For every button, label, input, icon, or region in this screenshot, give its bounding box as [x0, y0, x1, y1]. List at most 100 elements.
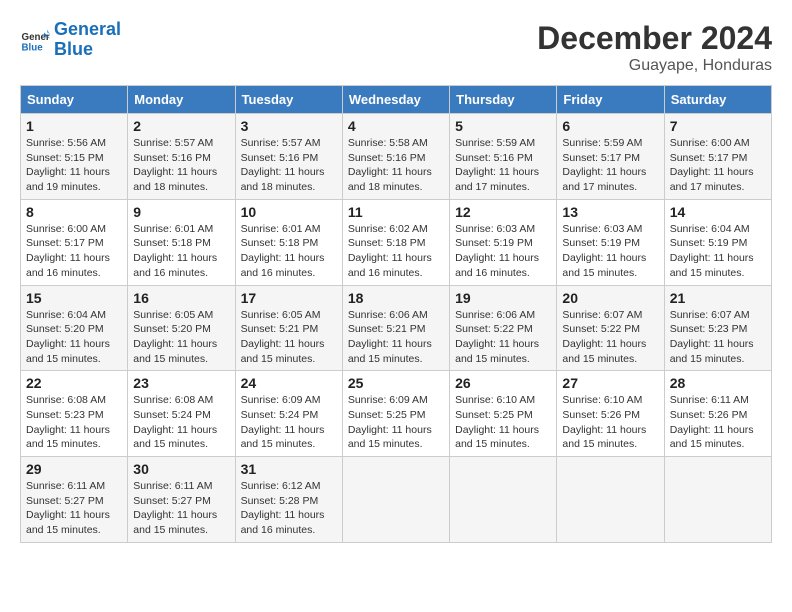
day-number: 16 [133, 290, 229, 306]
day-number: 27 [562, 375, 658, 391]
day-number: 2 [133, 118, 229, 134]
day-info: Sunrise: 6:11 AMSunset: 5:27 PMDaylight:… [26, 479, 122, 538]
day-number: 6 [562, 118, 658, 134]
header-cell-monday: Monday [128, 86, 235, 114]
day-cell: 18 Sunrise: 6:06 AMSunset: 5:21 PMDayligh… [342, 285, 449, 371]
day-info: Sunrise: 5:56 AMSunset: 5:15 PMDaylight:… [26, 136, 122, 195]
day-info: Sunrise: 6:06 AMSunset: 5:22 PMDaylight:… [455, 308, 551, 367]
header-cell-sunday: Sunday [21, 86, 128, 114]
day-info: Sunrise: 5:57 AMSunset: 5:16 PMDaylight:… [241, 136, 337, 195]
day-cell: 4 Sunrise: 5:58 AMSunset: 5:16 PMDaylight… [342, 114, 449, 200]
day-number: 3 [241, 118, 337, 134]
day-info: Sunrise: 6:09 AMSunset: 5:25 PMDaylight:… [348, 393, 444, 452]
day-cell [342, 457, 449, 543]
day-number: 21 [670, 290, 766, 306]
week-row-2: 8Sunrise: 6:00 AMSunset: 5:17 PMDaylight… [21, 199, 772, 285]
day-number: 9 [133, 204, 229, 220]
day-info: Sunrise: 6:03 AMSunset: 5:19 PMDaylight:… [455, 222, 551, 281]
day-info: Sunrise: 5:57 AMSunset: 5:16 PMDaylight:… [133, 136, 229, 195]
day-cell: 12 Sunrise: 6:03 AMSunset: 5:19 PMDayligh… [450, 199, 557, 285]
day-number: 13 [562, 204, 658, 220]
day-cell: 16 Sunrise: 6:05 AMSunset: 5:20 PMDayligh… [128, 285, 235, 371]
day-cell: 27 Sunrise: 6:10 AMSunset: 5:26 PMDayligh… [557, 371, 664, 457]
day-info: Sunrise: 6:05 AMSunset: 5:20 PMDaylight:… [133, 308, 229, 367]
day-number: 18 [348, 290, 444, 306]
header-cell-saturday: Saturday [664, 86, 771, 114]
logo-icon: General Blue [20, 25, 50, 55]
day-number: 25 [348, 375, 444, 391]
location-subtitle: Guayape, Honduras [537, 57, 772, 75]
day-info: Sunrise: 6:11 AMSunset: 5:26 PMDaylight:… [670, 393, 766, 452]
month-title: December 2024 [537, 20, 772, 57]
page-header: General Blue GeneralBlue December 2024 G… [20, 20, 772, 75]
header-cell-tuesday: Tuesday [235, 86, 342, 114]
day-info: Sunrise: 6:08 AMSunset: 5:23 PMDaylight:… [26, 393, 122, 452]
day-cell: 26Sunrise: 6:10 AMSunset: 5:25 PMDayligh… [450, 371, 557, 457]
header-cell-friday: Friday [557, 86, 664, 114]
day-cell [557, 457, 664, 543]
day-number: 7 [670, 118, 766, 134]
day-info: Sunrise: 6:05 AMSunset: 5:21 PMDaylight:… [241, 308, 337, 367]
day-cell: 25 Sunrise: 6:09 AMSunset: 5:25 PMDayligh… [342, 371, 449, 457]
day-cell: 3 Sunrise: 5:57 AMSunset: 5:16 PMDaylight… [235, 114, 342, 200]
day-cell: 8Sunrise: 6:00 AMSunset: 5:17 PMDaylight… [21, 199, 128, 285]
day-number: 29 [26, 461, 122, 477]
calendar-body: 1 Sunrise: 5:56 AMSunset: 5:15 PMDaylight… [21, 114, 772, 543]
week-row-5: 29 Sunrise: 6:11 AMSunset: 5:27 PMDayligh… [21, 457, 772, 543]
day-info: Sunrise: 6:12 AMSunset: 5:28 PMDaylight:… [241, 479, 337, 538]
day-info: Sunrise: 6:01 AMSunset: 5:18 PMDaylight:… [241, 222, 337, 281]
day-info: Sunrise: 6:10 AMSunset: 5:26 PMDaylight:… [562, 393, 658, 452]
day-number: 11 [348, 204, 444, 220]
day-cell: 1 Sunrise: 5:56 AMSunset: 5:15 PMDaylight… [21, 114, 128, 200]
day-info: Sunrise: 6:06 AMSunset: 5:21 PMDaylight:… [348, 308, 444, 367]
day-number: 1 [26, 118, 122, 134]
title-block: December 2024 Guayape, Honduras [537, 20, 772, 75]
day-cell: 21Sunrise: 6:07 AMSunset: 5:23 PMDayligh… [664, 285, 771, 371]
day-cell: 11 Sunrise: 6:02 AMSunset: 5:18 PMDayligh… [342, 199, 449, 285]
day-cell: 23 Sunrise: 6:08 AMSunset: 5:24 PMDayligh… [128, 371, 235, 457]
day-number: 23 [133, 375, 229, 391]
day-cell: 2 Sunrise: 5:57 AMSunset: 5:16 PMDaylight… [128, 114, 235, 200]
day-number: 22 [26, 375, 122, 391]
day-number: 31 [241, 461, 337, 477]
day-info: Sunrise: 6:09 AMSunset: 5:24 PMDaylight:… [241, 393, 337, 452]
day-number: 30 [133, 461, 229, 477]
header-cell-thursday: Thursday [450, 86, 557, 114]
day-cell: 28 Sunrise: 6:11 AMSunset: 5:26 PMDayligh… [664, 371, 771, 457]
day-number: 24 [241, 375, 337, 391]
day-info: Sunrise: 5:59 AMSunset: 5:16 PMDaylight:… [455, 136, 551, 195]
day-cell: 24 Sunrise: 6:09 AMSunset: 5:24 PMDayligh… [235, 371, 342, 457]
day-number: 15 [26, 290, 122, 306]
day-info: Sunrise: 6:00 AMSunset: 5:17 PMDaylight:… [670, 136, 766, 195]
day-number: 28 [670, 375, 766, 391]
week-row-4: 22 Sunrise: 6:08 AMSunset: 5:23 PMDayligh… [21, 371, 772, 457]
day-cell: 5Sunrise: 5:59 AMSunset: 5:16 PMDaylight… [450, 114, 557, 200]
day-cell: 10 Sunrise: 6:01 AMSunset: 5:18 PMDayligh… [235, 199, 342, 285]
day-cell: 7 Sunrise: 6:00 AMSunset: 5:17 PMDaylight… [664, 114, 771, 200]
week-row-3: 15Sunrise: 6:04 AMSunset: 5:20 PMDayligh… [21, 285, 772, 371]
day-info: Sunrise: 6:08 AMSunset: 5:24 PMDaylight:… [133, 393, 229, 452]
day-info: Sunrise: 5:58 AMSunset: 5:16 PMDaylight:… [348, 136, 444, 195]
day-cell: 9 Sunrise: 6:01 AMSunset: 5:18 PMDaylight… [128, 199, 235, 285]
svg-text:Blue: Blue [22, 42, 44, 53]
calendar-header-row: SundayMondayTuesdayWednesdayThursdayFrid… [21, 86, 772, 114]
day-cell: 15Sunrise: 6:04 AMSunset: 5:20 PMDayligh… [21, 285, 128, 371]
calendar-table: SundayMondayTuesdayWednesdayThursdayFrid… [20, 85, 772, 543]
day-info: Sunrise: 6:00 AMSunset: 5:17 PMDaylight:… [26, 222, 122, 281]
day-cell: 29 Sunrise: 6:11 AMSunset: 5:27 PMDayligh… [21, 457, 128, 543]
day-info: Sunrise: 6:01 AMSunset: 5:18 PMDaylight:… [133, 222, 229, 281]
day-info: Sunrise: 6:02 AMSunset: 5:18 PMDaylight:… [348, 222, 444, 281]
day-cell: 13Sunrise: 6:03 AMSunset: 5:19 PMDayligh… [557, 199, 664, 285]
day-number: 12 [455, 204, 551, 220]
day-number: 4 [348, 118, 444, 134]
day-info: Sunrise: 5:59 AMSunset: 5:17 PMDaylight:… [562, 136, 658, 195]
day-cell: 19 Sunrise: 6:06 AMSunset: 5:22 PMDayligh… [450, 285, 557, 371]
day-number: 14 [670, 204, 766, 220]
day-number: 20 [562, 290, 658, 306]
day-cell: 17 Sunrise: 6:05 AMSunset: 5:21 PMDayligh… [235, 285, 342, 371]
day-number: 17 [241, 290, 337, 306]
day-number: 19 [455, 290, 551, 306]
day-number: 10 [241, 204, 337, 220]
svg-text:General: General [22, 32, 51, 43]
day-info: Sunrise: 6:11 AMSunset: 5:27 PMDaylight:… [133, 479, 229, 538]
